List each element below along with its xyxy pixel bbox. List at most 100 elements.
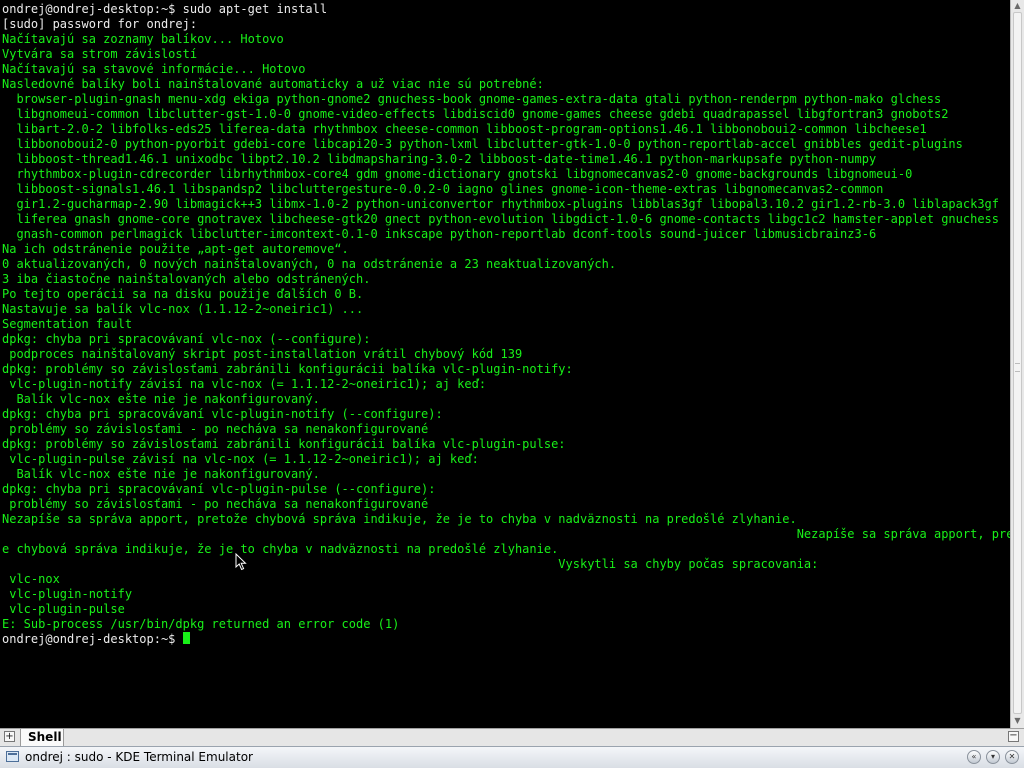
terminal-line-text: dpkg: chyba pri spracovávaní vlc-plugin-…	[2, 482, 436, 496]
terminal-line: [sudo] password for ondrej:	[2, 17, 1010, 32]
terminal-line-text: libboost-signals1.46.1 libspandsp2 libcl…	[2, 182, 884, 196]
terminal-line: Nezapíše sa správa apport, pretož	[2, 527, 1010, 542]
new-tab-button[interactable]: +	[4, 731, 15, 742]
terminal-line: Na ich odstránenie použite „apt-get auto…	[2, 242, 1010, 257]
terminal-line: Balík vlc-nox ešte nie je nakonfigurovan…	[2, 467, 1010, 482]
terminal-line-text: gnash-common perlmagick libclutter-imcon…	[2, 227, 877, 241]
terminal-line-text: dpkg: problémy so závislosťami zabránili…	[2, 362, 573, 376]
terminal-line: E: Sub-process /usr/bin/dpkg returned an…	[2, 617, 1010, 632]
terminal-line-text: libart-2.0-2 libfolks-eds25 liferea-data…	[2, 122, 927, 136]
terminal-line: 3 iba čiastočne nainštalovaných alebo od…	[2, 272, 1010, 287]
terminal-line-text: vlc-plugin-notify závisí na vlc-nox (= 1…	[2, 377, 487, 391]
terminal-line: vlc-plugin-notify	[2, 587, 1010, 602]
terminal-line-text: problémy so závislosťami - po nechá­va s…	[2, 422, 429, 436]
terminal-line: browser-plugin-gnash menu-xdg ekiga pyth…	[2, 92, 1010, 107]
terminal-line-text: vlc-nox	[2, 572, 60, 586]
terminal-line-text: Balík vlc-nox ešte nie je nakonfigurovan…	[2, 392, 320, 406]
terminal-line: vlc-nox	[2, 572, 1010, 587]
terminal-line: vlc-plugin-notify závisí na vlc-nox (= 1…	[2, 377, 1010, 392]
terminal-line-text: dpkg: chyba pri spracovávaní vlc-nox (--…	[2, 332, 371, 346]
terminal-line: dpkg: problémy so závislosťami zabránili…	[2, 362, 1010, 377]
vertical-scrollbar[interactable]: ▲ ▼	[1010, 0, 1024, 728]
terminal-output[interactable]: ondrej@ondrej-desktop:~$ sudo apt-get in…	[0, 0, 1010, 728]
terminal-line-text: dpkg: problémy so závislosťami zabránili…	[2, 437, 566, 451]
terminal-line-text: liferea gnash gnome-core gnotravex libch…	[2, 212, 999, 226]
tab-shell[interactable]: Shell	[20, 729, 64, 746]
tab-bar: + Shell −	[0, 728, 1024, 746]
terminal-line: 0 aktualizovaných, 0 nových nainštalovan…	[2, 257, 1010, 272]
terminal-line-text: vlc-plugin-pulse závisí na vlc-nox (= 1.…	[2, 452, 479, 466]
terminal-line: Vytvára sa strom závislostí	[2, 47, 1010, 62]
terminal-line-text: Načítavajú sa zoznamy balíkov... Hotovo	[2, 32, 284, 46]
terminal-line: Nasledovné balíky boli nainštalované aut…	[2, 77, 1010, 92]
terminal-line-text: ondrej@ondrej-desktop:~$ sudo apt-get in…	[2, 2, 328, 16]
terminal-line-text: Nastavuje sa balík vlc-nox (1.1.12-2~one…	[2, 302, 364, 316]
close-button[interactable]: ✕	[1005, 750, 1019, 764]
terminal-line-text: Načítavajú sa stavové informácie... Hoto…	[2, 62, 306, 76]
terminal-line-text: problémy so závislosťami - po nechá­va s…	[2, 497, 429, 511]
terminal-line-text: Balík vlc-nox ešte nie je nakonfigurovan…	[2, 467, 320, 481]
scroll-up-arrow-icon[interactable]: ▲	[1013, 1, 1022, 10]
scrollbar-thumb[interactable]	[1013, 12, 1022, 714]
terminal-line-text: Na ich odstránenie použite „apt-get auto…	[2, 242, 349, 256]
terminal-line-text: dpkg: chyba pri spracovávaní vlc-plugin-…	[2, 407, 443, 421]
terminal-line: Nastavuje sa balík vlc-nox (1.1.12-2~one…	[2, 302, 1010, 317]
terminal-line: ondrej@ondrej-desktop:~$	[2, 632, 1010, 647]
terminal-icon	[6, 751, 19, 762]
terminal-line-text: [sudo] password for ondrej:	[2, 17, 198, 31]
terminal-line: libboost-thread1.46.1 unixodbc libpt2.10…	[2, 152, 1010, 167]
terminal-line: ondrej@ondrej-desktop:~$ sudo apt-get in…	[2, 2, 1010, 17]
terminal-line-text: browser-plugin-gnash menu-xdg ekiga pyth…	[2, 92, 942, 106]
terminal-line: vlc-plugin-pulse závisí na vlc-nox (= 1.…	[2, 452, 1010, 467]
mouse-pointer-icon	[235, 553, 247, 571]
text-cursor-icon	[182, 632, 190, 644]
terminal-line: libart-2.0-2 libfolks-eds25 liferea-data…	[2, 122, 1010, 137]
terminal-line-text: E: Sub-process /usr/bin/dpkg returned an…	[2, 617, 400, 631]
close-tab-button[interactable]: −	[1008, 731, 1019, 742]
terminal-line-text: Segmentation fault	[2, 317, 133, 331]
terminal-line: gnash-common perlmagick libclutter-imcon…	[2, 227, 1010, 242]
terminal-line: e chybová správa indikuje, že je to chyb…	[2, 542, 1010, 557]
terminal-line-text: vlc-plugin-pulse	[2, 602, 125, 616]
terminal-line: libgnomeui-common libclutter-gst-1.0-0 g…	[2, 107, 1010, 122]
terminal-line-text: gir1.2-gucharmap-2.90 libmagick++3 libmx…	[2, 197, 999, 211]
minimize-button[interactable]: ▾	[986, 750, 1000, 764]
terminal-line: libboost-signals1.46.1 libspandsp2 libcl…	[2, 182, 1010, 197]
scroll-down-arrow-icon[interactable]: ▼	[1013, 716, 1022, 725]
terminal-line: Vyskytli sa chyby počas spracovania:	[2, 557, 1010, 572]
terminal-line: dpkg: chyba pri spracovávaní vlc-plugin-…	[2, 407, 1010, 422]
terminal-line-text: 3 iba čiastočne nainštalovaných alebo od…	[2, 272, 371, 286]
scrollbar-grip-icon	[1015, 363, 1020, 372]
terminal-line-text: libbonoboui2-0 python-pyorbit gdebi-core…	[2, 137, 963, 151]
terminal-line: Nezapíše sa správa apport, pretože chybo…	[2, 512, 1010, 527]
terminal-line: Balík vlc-nox ešte nie je nakonfigurovan…	[2, 392, 1010, 407]
terminal-line-text: Nezapíše sa správa apport, pretož	[2, 527, 1010, 541]
terminal-line-text: Nezapíše sa správa apport, pretože chybo…	[2, 512, 797, 526]
terminal-line-text: libboost-thread1.46.1 unixodbc libpt2.10…	[2, 152, 877, 166]
terminal-line-text: Vyskytli sa chyby počas spracovania:	[2, 557, 819, 571]
terminal-line-text: Vytvára sa strom závislostí	[2, 47, 198, 61]
tab-shell-label: Shell	[28, 730, 62, 744]
terminal-line: Segmentation fault	[2, 317, 1010, 332]
terminal-line-text: e chybová správa indikuje, že je to chyb…	[2, 542, 559, 556]
terminal-line-text: vlc-plugin-notify	[2, 587, 133, 601]
window-title: ondrej : sudo - KDE Terminal Emulator	[25, 750, 253, 764]
terminal-line: podproces nainštalovaný skript post-inst…	[2, 347, 1010, 362]
terminal-line: Načítavajú sa zoznamy balíkov... Hotovo	[2, 32, 1010, 47]
terminal-line: dpkg: chyba pri spracovávaní vlc-nox (--…	[2, 332, 1010, 347]
terminal-line: libbonoboui2-0 python-pyorbit gdebi-core…	[2, 137, 1010, 152]
terminal-line: Po tejto operácii sa na disku použije ďa…	[2, 287, 1010, 302]
terminal-lines: ondrej@ondrej-desktop:~$ sudo apt-get in…	[0, 0, 1010, 647]
terminal-line: Načítavajú sa stavové informácie... Hoto…	[2, 62, 1010, 77]
terminal-line: liferea gnash gnome-core gnotravex libch…	[2, 212, 1010, 227]
terminal-line-text: rhythmbox-plugin-cdrecorder librhythmbox…	[2, 167, 913, 181]
terminal-line-text: Po tejto operácii sa na disku použije ďa…	[2, 287, 364, 301]
keep-above-button[interactable]: «	[967, 750, 981, 764]
terminal-line-text: libgnomeui-common libclutter-gst-1.0-0 g…	[2, 107, 949, 121]
terminal-line: problémy so závislosťami - po nechá­va s…	[2, 422, 1010, 437]
window-titlebar: ondrej : sudo - KDE Terminal Emulator « …	[0, 746, 1024, 768]
terminal-line-text: podproces nainštalovaný skript post-inst…	[2, 347, 523, 361]
terminal-line: problémy so závislosťami - po nechá­va s…	[2, 497, 1010, 512]
terminal-line: dpkg: chyba pri spracovávaní vlc-plugin-…	[2, 482, 1010, 497]
terminal-line: rhythmbox-plugin-cdrecorder librhythmbox…	[2, 167, 1010, 182]
